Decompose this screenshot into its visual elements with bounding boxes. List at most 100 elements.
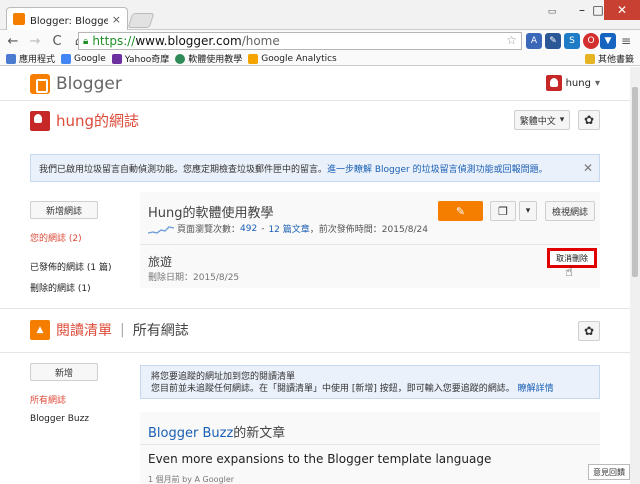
user-avatar-icon	[545, 75, 562, 91]
blog-sidebar: 新增網誌 您的網誌 (2) 已發佈的網誌 (1 篇) 刪除的網誌 (1)	[30, 201, 111, 294]
chevron-down-icon: ▾	[525, 206, 531, 216]
feed-title-suffix: 的新文章	[233, 426, 286, 441]
user-menu[interactable]: hung ▾	[545, 75, 600, 91]
chevron-down-icon: ▾	[594, 77, 600, 89]
address-bar[interactable]: 🔒︎ https:// www.blogger.com /home ☆	[78, 32, 522, 50]
bookmark-google[interactable]: Google	[61, 53, 106, 64]
menu-icon[interactable]: ≡	[618, 33, 634, 49]
close-icon[interactable]: ✕	[583, 161, 593, 175]
blogger-header: Blogger hung ▾	[0, 67, 630, 101]
feedback-button[interactable]: 意見回饋	[588, 464, 630, 480]
reading-list-icon[interactable]: ▲	[30, 320, 50, 340]
notice-body: 您目前並未追蹤任何網誌。在「閱讀清單」中使用 [新增] 按鈕，即可輸入您要追蹤的…	[151, 384, 515, 394]
back-button[interactable]: ←	[4, 32, 22, 50]
page-content: Blogger hung ▾ hung的網誌 繁體中文 ▾ ✿ 我們已啟用垃圾留…	[0, 67, 630, 484]
extension-pen-icon[interactable]: ✎	[545, 33, 561, 49]
url-host: www.blogger.com	[135, 34, 242, 48]
brand-name[interactable]: Blogger	[56, 74, 122, 94]
sidebar-item-blogger-buzz[interactable]: Blogger Buzz	[30, 414, 98, 424]
browser-toolbar: ← → C ⌂ 🔒︎ https:// www.blogger.com /hom…	[0, 30, 640, 52]
new-tab-button[interactable]	[127, 13, 155, 28]
forward-button[interactable]: →	[26, 32, 44, 50]
chevron-down-icon: ▾	[559, 115, 565, 125]
tab-close-icon[interactable]: ×	[112, 13, 121, 26]
analytics-icon	[248, 53, 259, 64]
lock-icon: 🔒︎	[83, 35, 89, 47]
notice-text: 我們已啟用垃圾留言自動偵測功能。您應定期檢查垃圾郵件匣中的留言。	[39, 164, 328, 175]
extension-s-icon[interactable]: S	[564, 33, 580, 49]
reading-list-heading: ▲ 閱讀清單 | 所有網誌	[30, 320, 189, 340]
page-title: hung的網誌	[56, 112, 140, 130]
browser-titlebar: Blogger: Blogger 資訊主 × ▭ – □ ✕	[0, 0, 640, 30]
new-post-button[interactable]: ✎	[438, 201, 483, 221]
blog-menu-dropdown[interactable]: ▾	[519, 201, 537, 221]
user-name: hung	[565, 77, 591, 89]
reload-button[interactable]: C	[48, 32, 66, 50]
blogger-logo-icon[interactable]	[30, 73, 50, 94]
posts-count[interactable]: 12 篇文章	[268, 222, 309, 235]
last-published: ，前次發佈時間：2015/8/24	[309, 225, 428, 235]
posts-list-button[interactable]: ❐	[490, 201, 516, 221]
url-path: /home	[241, 34, 280, 48]
notice-link[interactable]: 進一步瞭解 Blogger 的垃圾留言偵測功能或回報問題。	[327, 162, 548, 175]
bookmark-yahoo[interactable]: Yahoo奇摩	[111, 52, 169, 65]
learn-more-link[interactable]: 瞭解詳情	[518, 384, 554, 394]
feed-brand-link[interactable]: Blogger Buzz	[148, 426, 233, 441]
bookmark-tutorials[interactable]: 軟體使用教學	[175, 52, 242, 65]
extension-translate-icon[interactable]: A	[526, 33, 542, 49]
apps-grid-icon	[6, 53, 16, 64]
bookmark-star-icon[interactable]: ☆	[506, 33, 517, 47]
blog-owner-avatar-icon	[30, 110, 50, 131]
hand-cursor-icon: ☝	[565, 265, 573, 280]
section-divider	[0, 352, 630, 353]
extension-shield-icon[interactable]: ▼	[600, 33, 616, 49]
add-blog-button[interactable]: 新增	[30, 363, 98, 381]
blog-card: Hung的軟體使用教學 頁面瀏覽次數： 492 - 12 篇文章 ，前次發佈時間…	[140, 192, 600, 288]
language-dropdown[interactable]: 繁體中文 ▾	[514, 110, 570, 130]
sidebar-item-published[interactable]: 已發佈的網誌 (1 篇)	[30, 260, 111, 273]
title-separator: |	[120, 322, 125, 338]
post-title[interactable]: Even more expansions to the Blogger temp…	[148, 452, 491, 466]
blog-title[interactable]: Hung的軟體使用教學	[148, 202, 274, 221]
reading-list-notice: 將您要追蹤的網址加到您的閱讀清單 您目前並未追蹤任何網誌。在「閱讀清單」中使用 …	[140, 365, 600, 399]
copy-icon: ❐	[498, 204, 508, 218]
notice-headline: 將您要追蹤的網址加到您的閱讀清單	[151, 372, 296, 382]
sparkline-icon	[148, 225, 174, 234]
new-blog-button[interactable]: 新增網誌	[30, 201, 98, 219]
tutorial-icon	[175, 53, 186, 64]
feed-card: Blogger Buzz的新文章 Even more expansions to…	[140, 412, 600, 484]
url-scheme: https://	[92, 34, 136, 48]
view-blog-button[interactable]: 檢視網誌	[545, 201, 595, 221]
sidebar-item-your-blogs[interactable]: 您的網誌 (2)	[30, 231, 111, 244]
page-scrollbar[interactable]	[630, 67, 640, 484]
reading-settings-gear-icon[interactable]: ✿	[578, 321, 600, 341]
close-window-button[interactable]: ✕	[604, 0, 640, 20]
feed-title: Blogger Buzz的新文章	[148, 422, 285, 441]
views-label: 頁面瀏覽次數：	[177, 225, 241, 235]
scrollbar-thumb[interactable]	[632, 87, 638, 277]
bookmarks-bar: 應用程式 Google Yahoo奇摩 軟體使用教學 Google Analyt…	[0, 52, 640, 66]
profile-icon[interactable]: ▭	[538, 2, 566, 22]
reading-list-scope: 所有網誌	[132, 323, 189, 339]
reading-list-title: 閱讀清單	[56, 323, 112, 339]
yahoo-icon	[111, 53, 122, 64]
reading-sidebar: 新增 所有網誌 Blogger Buzz	[30, 363, 98, 424]
views-count[interactable]: 492	[240, 224, 257, 234]
other-bookmarks[interactable]: 其他書籤	[584, 52, 634, 65]
blog-stats: 頁面瀏覽次數： 492 - 12 篇文章 ，前次發佈時間：2015/8/24	[148, 222, 428, 235]
extension-opera-icon[interactable]: O	[583, 33, 599, 49]
google-icon	[61, 53, 72, 64]
post-meta: 1 個月前 by A Googler	[148, 475, 235, 484]
settings-gear-icon[interactable]: ✿	[578, 110, 600, 130]
bookmark-apps[interactable]: 應用程式	[6, 52, 55, 65]
deleted-date: 刪除日期：2015/8/25	[148, 273, 240, 283]
divider	[140, 244, 600, 245]
sidebar-item-deleted[interactable]: 刪除的網誌 (1)	[30, 281, 111, 294]
page-heading: hung的網誌	[30, 110, 139, 131]
bookmark-analytics[interactable]: Google Analytics	[248, 53, 337, 64]
sidebar-item-all-blogs[interactable]: 所有網誌	[30, 393, 98, 406]
deleted-blog-title: 旅遊	[148, 255, 173, 269]
blogger-favicon-icon	[13, 13, 25, 25]
browser-tab[interactable]: Blogger: Blogger 資訊主 ×	[6, 7, 128, 30]
section-divider	[0, 308, 630, 309]
